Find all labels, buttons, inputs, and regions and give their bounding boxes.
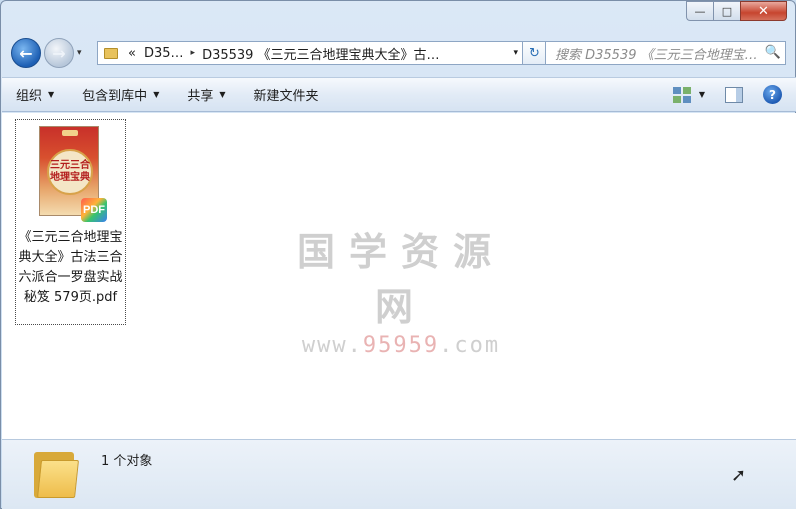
recent-pages-dropdown[interactable]: ▾ xyxy=(77,48,87,58)
details-pane: 1 个对象 ➚ xyxy=(2,439,796,509)
close-button[interactable]: ✕ xyxy=(740,1,787,21)
organize-label: 组织 xyxy=(16,89,43,104)
cover-title-line-2: 地理宝典 xyxy=(50,172,90,183)
new-folder-label: 新建文件夹 xyxy=(253,89,319,104)
refresh-icon: ↻ xyxy=(529,45,540,61)
forward-arrow-icon: → xyxy=(52,43,66,63)
watermark-title: 国学资源网 xyxy=(296,230,505,329)
file-name-label: 《三元三合地理宝典大全》古法三合六派合一罗盘实战秘笈 579页.pdf xyxy=(18,230,123,305)
folder-icon xyxy=(104,47,118,59)
breadcrumb-overflow[interactable]: « xyxy=(124,46,140,61)
forward-button[interactable]: → xyxy=(44,38,74,68)
file-list-area[interactable]: 国学资源网 www.95959.com 三元三合 地理宝典 PDF 《三元三合地… xyxy=(2,113,796,439)
chevron-down-icon: ▼ xyxy=(48,90,55,99)
refresh-button[interactable]: ↻ xyxy=(523,41,547,65)
command-bar: 组织 ▼ 包含到库中 ▼ 共享 ▼ 新建文件夹 ▼ ? xyxy=(2,77,796,112)
cover-title-line-1: 三元三合 xyxy=(50,160,90,171)
help-icon[interactable]: ? xyxy=(763,85,782,104)
watermark: 国学资源网 www.95959.com xyxy=(274,221,528,358)
chevron-down-icon: ▼ xyxy=(153,90,160,99)
new-folder-button[interactable]: 新建文件夹 xyxy=(240,85,333,104)
include-in-library-menu[interactable]: 包含到库中 ▼ xyxy=(68,85,173,104)
search-icon[interactable]: 🔍 xyxy=(761,45,781,60)
chevron-down-icon: ▼ xyxy=(219,90,226,99)
watermark-url: www.95959.com xyxy=(274,333,528,358)
view-options-dropdown[interactable]: ▼ xyxy=(699,90,705,99)
organize-menu[interactable]: 组织 ▼ xyxy=(2,85,68,104)
include-in-library-label: 包含到库中 xyxy=(82,89,148,104)
share-menu[interactable]: 共享 ▼ xyxy=(173,85,239,104)
address-bar[interactable]: « D35… ▸ D35539 《三元三合地理宝典大全》古… ▾ xyxy=(97,41,523,65)
navigation-row: ← → ▾ « D35… ▸ D35539 《三元三合地理宝典大全》古… ▾ ↻… xyxy=(11,37,786,69)
mouse-pointer-icon: ➚ xyxy=(731,465,747,486)
item-count: 1 个对象 xyxy=(101,454,153,469)
search-placeholder: 搜索 D35539 《三元三合地理宝… xyxy=(555,47,758,63)
breadcrumb-item-current[interactable]: D35539 《三元三合地理宝典大全》古… xyxy=(198,44,444,63)
maximize-button[interactable]: □ xyxy=(713,1,740,21)
cover-emblem xyxy=(62,130,78,136)
watermark-url-suffix: .com xyxy=(439,333,501,358)
watermark-url-number: 95959 xyxy=(362,333,440,358)
search-input[interactable]: 搜索 D35539 《三元三合地理宝… 🔍 xyxy=(545,41,786,65)
breadcrumb-chevron-icon[interactable]: ▸ xyxy=(188,48,199,58)
address-dropdown-icon[interactable]: ▾ xyxy=(513,48,518,58)
watermark-url-prefix: www. xyxy=(301,333,363,358)
folder-icon-large xyxy=(34,448,79,498)
breadcrumb-item-parent[interactable]: D35… xyxy=(140,46,188,61)
explorer-window: — □ ✕ ← → ▾ « D35… ▸ D35539 《三元三合地理宝典大全》… xyxy=(0,0,796,509)
cover-title-seal: 三元三合 地理宝典 xyxy=(47,149,93,195)
pdf-file-icon: PDF xyxy=(81,198,107,222)
view-controls: ▼ ? xyxy=(672,85,782,104)
preview-pane-icon[interactable] xyxy=(725,86,743,103)
share-label: 共享 xyxy=(187,89,214,104)
back-arrow-icon: ← xyxy=(19,43,33,63)
change-view-icon[interactable] xyxy=(672,86,691,103)
caption-buttons: — □ ✕ xyxy=(686,1,787,21)
minimize-button[interactable]: — xyxy=(686,1,713,21)
file-item-pdf[interactable]: 三元三合 地理宝典 PDF 《三元三合地理宝典大全》古法三合六派合一罗盘实战秘笈… xyxy=(15,119,126,325)
back-button[interactable]: ← xyxy=(11,38,41,68)
